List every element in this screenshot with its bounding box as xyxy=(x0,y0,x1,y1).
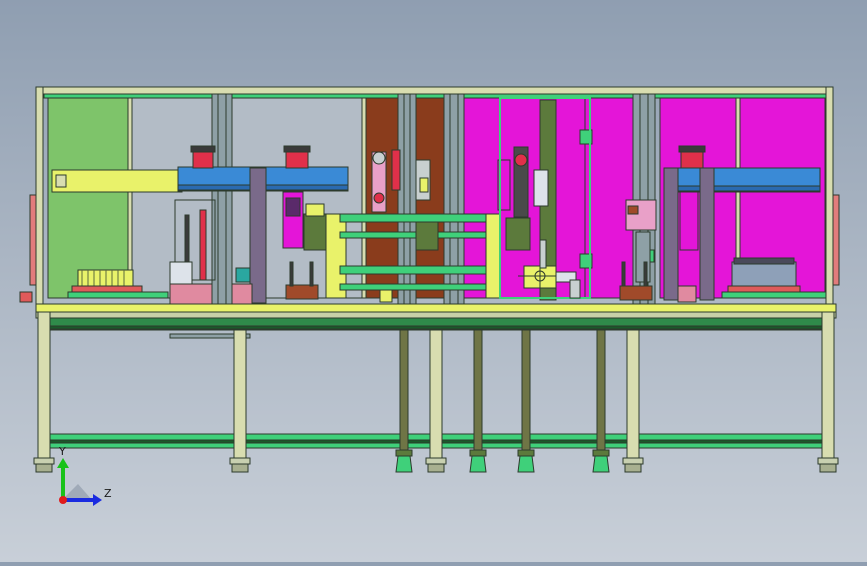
leg-1 xyxy=(37,311,51,459)
top-rail xyxy=(43,93,829,99)
yellow-feed-beam xyxy=(51,169,183,193)
green-rail-2 xyxy=(339,231,491,239)
green-rail-3 xyxy=(339,265,491,275)
vertical-slide-2 xyxy=(679,191,699,251)
leg-4 xyxy=(626,329,640,459)
y-axis-label: Y xyxy=(58,445,66,458)
fixture-block-1 xyxy=(285,284,319,300)
leg-5 xyxy=(821,311,835,459)
tray-right xyxy=(731,261,797,287)
z-axis-label: Z xyxy=(104,487,112,500)
cylinder-unit-1 xyxy=(192,149,214,169)
carriage-plate-2 xyxy=(663,167,679,301)
table-top xyxy=(35,303,837,313)
x-axis-origin xyxy=(59,496,67,504)
inner-post-1 xyxy=(399,329,409,451)
panel-green xyxy=(47,97,131,299)
cylinder-unit-4 xyxy=(680,149,704,169)
inner-post-2 xyxy=(473,329,483,451)
machine-table xyxy=(19,291,837,449)
machine-assembly-drawing: Y Z xyxy=(19,86,840,506)
leg-2 xyxy=(233,329,247,459)
triad-shadow xyxy=(62,484,92,500)
motor-unit-right xyxy=(505,217,531,251)
inner-post-3 xyxy=(521,329,531,451)
green-rail-1 xyxy=(339,213,491,223)
inner-post-4 xyxy=(596,329,606,451)
carriage-plate-1 xyxy=(249,167,267,304)
cad-viewport[interactable]: Y Z xyxy=(0,0,867,562)
cylinder-unit-2 xyxy=(285,149,309,169)
side-panel-right xyxy=(832,194,840,286)
pneumatic-block xyxy=(625,199,657,231)
fixture-block-2 xyxy=(619,285,653,301)
frame-post-right xyxy=(825,86,834,313)
leg-3 xyxy=(429,329,443,459)
motor-block-2 xyxy=(415,221,439,251)
motor-unit-center xyxy=(303,213,327,251)
top-beam xyxy=(35,86,833,95)
frame-post-left xyxy=(35,86,44,313)
green-rail-4 xyxy=(339,283,491,291)
rail-bracket-right xyxy=(485,213,501,299)
orientation-triad: Y Z xyxy=(57,445,112,506)
panel-divider-1 xyxy=(127,97,133,299)
base-block-left xyxy=(169,283,213,305)
base-block-right xyxy=(677,285,697,303)
side-panel-left xyxy=(29,194,37,286)
reel-cylinder xyxy=(169,261,193,285)
